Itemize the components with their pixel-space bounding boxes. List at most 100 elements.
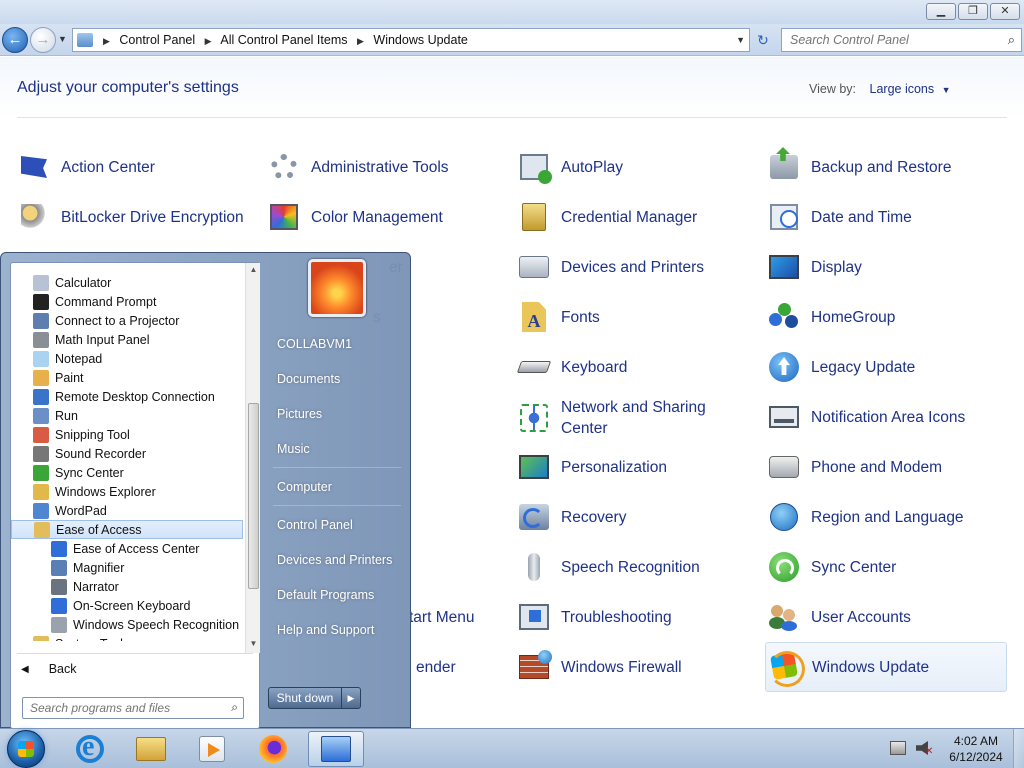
- cp-item-personalization[interactable]: Personalization: [517, 446, 667, 488]
- back-button[interactable]: ←: [2, 27, 28, 53]
- cp-item-recovery[interactable]: Recovery: [517, 496, 626, 538]
- close-button[interactable]: ✕: [990, 3, 1020, 20]
- program-item[interactable]: Paint: [11, 368, 243, 387]
- program-item[interactable]: Command Prompt: [11, 292, 243, 311]
- start-search-input[interactable]: [23, 698, 219, 718]
- program-item[interactable]: Ease of Access: [11, 520, 243, 539]
- program-label: Run: [55, 408, 78, 423]
- start-right-user[interactable]: COLLABVM1: [267, 329, 407, 359]
- program-icon: [33, 331, 49, 348]
- cp-item-action-center[interactable]: Action Center: [17, 146, 155, 188]
- start-right-music[interactable]: Music: [267, 434, 407, 464]
- program-item[interactable]: Math Input Panel: [11, 330, 243, 349]
- start-right-computer[interactable]: Computer: [267, 472, 407, 502]
- program-item[interactable]: Run: [11, 406, 243, 425]
- network-tray-icon[interactable]: [890, 741, 906, 755]
- search-box[interactable]: ⌕: [781, 28, 1022, 52]
- scroll-up-icon[interactable]: ▲: [246, 263, 261, 277]
- back-button[interactable]: ◀ Back: [15, 658, 245, 680]
- cp-item-sync-center[interactable]: Sync Center: [767, 546, 896, 588]
- cp-item-region-and-language[interactable]: Region and Language: [767, 496, 964, 538]
- program-item[interactable]: Sound Recorder: [11, 444, 243, 463]
- cp-item-date-and-time[interactable]: Date and Time: [767, 196, 912, 238]
- start-button[interactable]: [7, 730, 45, 768]
- breadcrumb-control-panel[interactable]: Control Panel: [119, 33, 195, 47]
- cp-item-display[interactable]: Display: [767, 246, 862, 288]
- cp-item-credential-manager[interactable]: Credential Manager: [517, 196, 697, 238]
- breadcrumb-all-items[interactable]: All Control Panel Items: [220, 33, 347, 47]
- cp-item-windows-firewall[interactable]: Windows Firewall: [517, 646, 682, 688]
- cp-item-legacy-update[interactable]: Legacy Update: [767, 346, 915, 388]
- taskbar-internet-explorer[interactable]: [62, 731, 118, 767]
- breadcrumb-separator[interactable]: ▶: [205, 36, 212, 46]
- program-item[interactable]: System Tools: [11, 634, 243, 641]
- cp-item-notification-area-icons[interactable]: Notification Area Icons: [767, 396, 965, 438]
- user-picture[interactable]: [308, 259, 366, 317]
- cp-item-autoplay[interactable]: AutoPlay: [517, 146, 623, 188]
- program-item[interactable]: Ease of Access Center: [11, 539, 243, 558]
- scroll-down-icon[interactable]: ▼: [246, 637, 261, 651]
- cp-item-devices-and-printers[interactable]: Devices and Printers: [517, 246, 704, 288]
- program-list-scrollbar[interactable]: ▲ ▼: [245, 263, 260, 653]
- shutdown-options-button[interactable]: ▶: [341, 687, 361, 709]
- program-item[interactable]: Windows Explorer: [11, 482, 243, 501]
- program-item[interactable]: Windows Speech Recognition: [11, 615, 243, 634]
- program-icon: [51, 540, 67, 557]
- breadcrumb-windows-update[interactable]: Windows Update: [373, 33, 468, 47]
- program-item[interactable]: Magnifier: [11, 558, 243, 577]
- chevron-down-icon[interactable]: ▼: [942, 85, 951, 95]
- maximize-button[interactable]: ❐: [958, 3, 988, 20]
- program-item[interactable]: Sync Center: [11, 463, 243, 482]
- cp-item-administrative-tools[interactable]: Administrative Tools: [267, 146, 449, 188]
- program-item[interactable]: Connect to a Projector: [11, 311, 243, 330]
- taskbar-firefox[interactable]: [245, 731, 301, 767]
- cp-item-backup-and-restore[interactable]: Backup and Restore: [767, 146, 951, 188]
- start-right-help-and-support[interactable]: Help and Support: [267, 615, 407, 645]
- program-item[interactable]: On-Screen Keyboard: [11, 596, 243, 615]
- start-right-control-panel[interactable]: Control Panel: [267, 510, 407, 540]
- taskbar-control-panel[interactable]: [308, 731, 364, 767]
- start-right-default-programs[interactable]: Default Programs: [267, 580, 407, 610]
- cp-item-phone-and-modem[interactable]: Phone and Modem: [767, 446, 942, 488]
- program-icon: [33, 407, 49, 424]
- cp-item-bitlocker[interactable]: BitLocker Drive Encryption: [17, 196, 244, 238]
- program-item[interactable]: WordPad: [11, 501, 243, 520]
- clock[interactable]: 4:02 AM 6/12/2024: [940, 733, 1012, 765]
- cp-item-fonts[interactable]: A Fonts: [517, 296, 600, 338]
- minimize-button[interactable]: ▁: [926, 3, 956, 20]
- search-icon[interactable]: ⌕: [231, 700, 238, 715]
- view-by-dropdown[interactable]: Large icons: [870, 82, 935, 96]
- search-input[interactable]: [782, 29, 992, 51]
- cp-item-troubleshooting[interactable]: Troubleshooting: [517, 596, 672, 638]
- program-item[interactable]: Notepad: [11, 349, 243, 368]
- program-item[interactable]: Snipping Tool: [11, 425, 243, 444]
- cp-item-network-and-sharing[interactable]: Network and Sharing Center: [517, 396, 721, 440]
- refresh-icon[interactable]: ↻: [752, 30, 774, 50]
- forward-button[interactable]: →: [30, 27, 56, 53]
- shutdown-button[interactable]: Shut down: [268, 687, 342, 709]
- control-panel-icon: [321, 736, 351, 762]
- address-bar[interactable]: ▶ Control Panel ▶ All Control Panel Item…: [72, 28, 750, 52]
- cp-item-homegroup[interactable]: HomeGroup: [767, 296, 895, 338]
- scrollbar-thumb[interactable]: [248, 403, 259, 589]
- start-search-box[interactable]: ⌕: [22, 697, 244, 719]
- cp-item-keyboard[interactable]: Keyboard: [516, 346, 627, 388]
- cp-item-speech-recognition[interactable]: Speech Recognition: [517, 546, 700, 588]
- cp-item-windows-update[interactable]: Windows Update: [765, 642, 1007, 692]
- search-icon[interactable]: ⌕: [1008, 32, 1015, 48]
- program-item[interactable]: Calculator: [11, 273, 243, 292]
- breadcrumb-separator[interactable]: ▶: [357, 36, 364, 46]
- start-right-devices-and-printers[interactable]: Devices and Printers: [267, 545, 407, 575]
- start-right-pictures[interactable]: Pictures: [267, 399, 407, 429]
- taskbar-media-player[interactable]: [184, 731, 240, 767]
- taskbar-windows-explorer[interactable]: [123, 731, 179, 767]
- address-dropdown-icon[interactable]: ▼: [736, 29, 745, 51]
- view-by-label: View by:: [809, 82, 857, 96]
- cp-item-user-accounts[interactable]: User Accounts: [767, 596, 911, 638]
- program-item[interactable]: Narrator: [11, 577, 243, 596]
- cp-item-color-management[interactable]: Color Management: [267, 196, 443, 238]
- program-item[interactable]: Remote Desktop Connection: [11, 387, 243, 406]
- start-right-documents[interactable]: Documents: [267, 364, 407, 394]
- recent-pages-dropdown[interactable]: ▼: [58, 34, 67, 44]
- show-desktop-button[interactable]: [1013, 729, 1024, 768]
